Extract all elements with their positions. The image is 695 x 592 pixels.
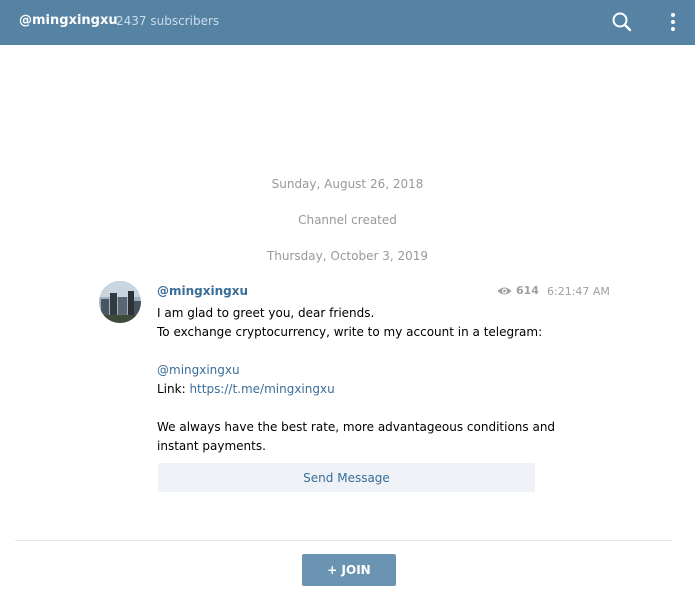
views-value: 614 <box>516 284 539 297</box>
view-count: 614 <box>497 284 539 297</box>
message-author[interactable]: @mingxingxu <box>157 284 248 298</box>
message-text: instant payments. <box>157 439 266 453</box>
service-message: Channel created <box>298 213 397 227</box>
telegram-link[interactable]: https://t.me/mingxingxu <box>189 382 334 396</box>
message-text: We always have the best rate, more advan… <box>157 420 556 434</box>
link-label: Link: <box>157 382 190 396</box>
more-vertical-icon[interactable] <box>664 11 682 33</box>
date-separator: Sunday, August 26, 2018 <box>271 177 424 191</box>
channel-name[interactable]: @mingxingxu <box>19 13 118 28</box>
search-icon[interactable] <box>611 11 633 33</box>
eye-icon <box>497 287 512 294</box>
channel-header: @mingxingxu 2437 subscribers <box>0 0 695 45</box>
message-time: 6:21:47 AM <box>547 285 610 298</box>
join-button[interactable]: + JOIN <box>302 554 396 586</box>
message-mention: @mingxingxu <box>157 361 557 380</box>
date-separator: Thursday, October 3, 2019 <box>266 249 429 263</box>
message-link-line: Link: https://t.me/mingxingxu <box>157 380 557 399</box>
message-text: To exchange cryptocurrency, write to my … <box>157 325 543 339</box>
message-text: I am glad to greet you, dear friends. <box>157 306 375 320</box>
mention-link[interactable]: @mingxingxu <box>157 363 240 377</box>
avatar[interactable] <box>99 281 141 323</box>
subscriber-count: 2437 subscribers <box>116 14 220 28</box>
send-message-button[interactable]: Send Message <box>158 463 535 492</box>
divider <box>15 540 672 541</box>
